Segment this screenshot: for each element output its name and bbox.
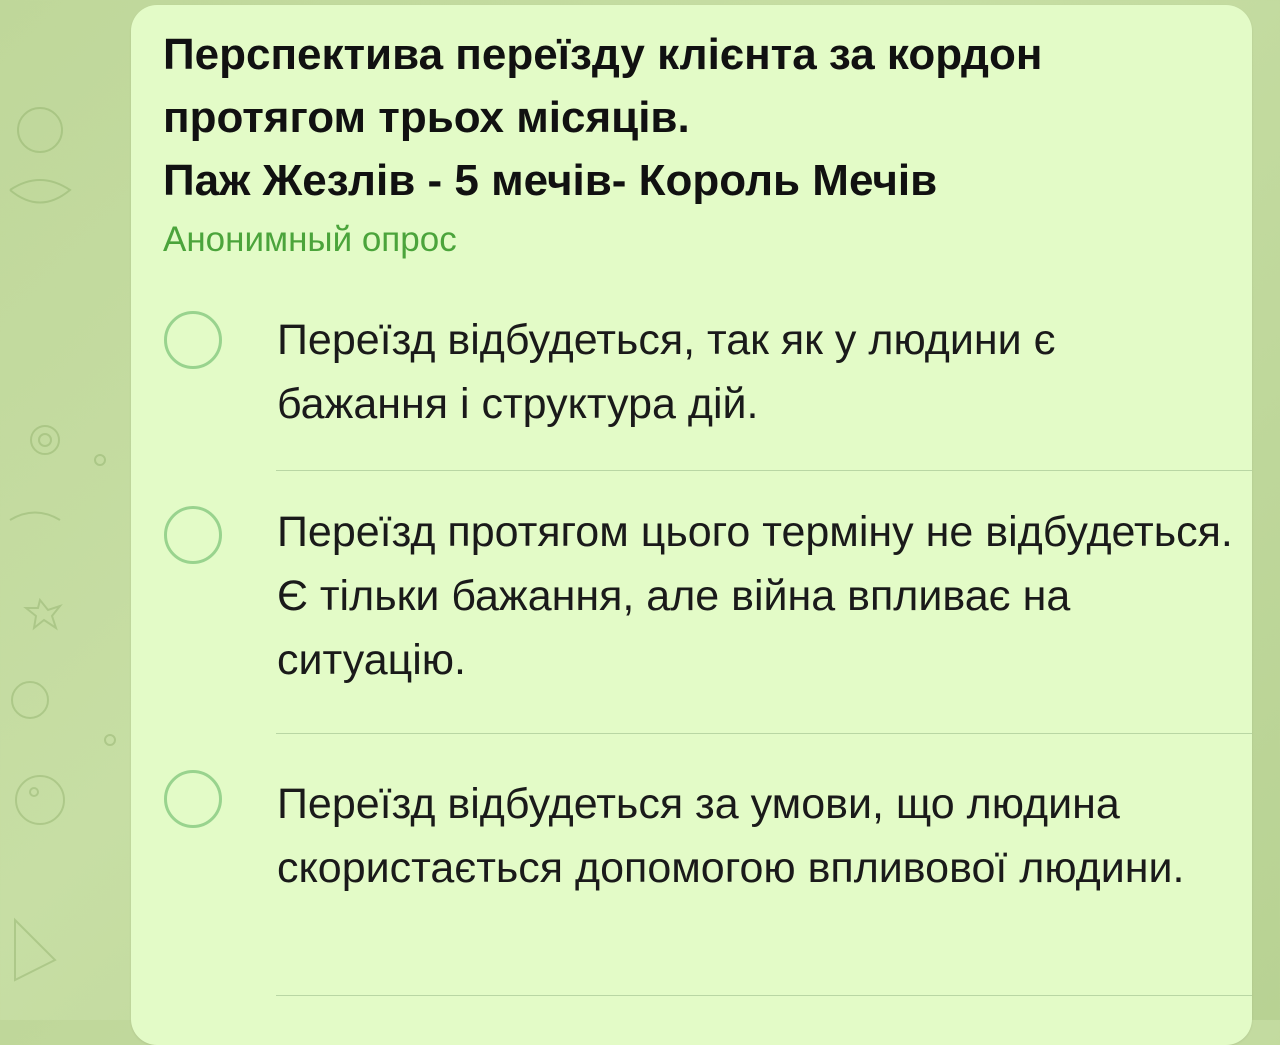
poll-option-3[interactable]: Переїзд відбудеться за умови, що людина … bbox=[160, 770, 1252, 990]
option-divider bbox=[276, 733, 1252, 734]
poll-option-2[interactable]: Переїзд протягом цього терміну не відбуд… bbox=[160, 500, 1252, 730]
poll-option-1[interactable]: Переїзд відбудеться, так як у людини є б… bbox=[160, 308, 1252, 468]
empty-radio-circle-icon[interactable] bbox=[164, 506, 222, 564]
option-divider bbox=[276, 470, 1252, 471]
poll-question-line: Перспектива переїзду клієнта за кордон bbox=[163, 30, 1043, 79]
poll-question: Перспектива переїзду клієнта за кордон п… bbox=[163, 23, 1223, 212]
poll-question-line: Паж Жезлів - 5 мечів- Король Мечів bbox=[163, 156, 938, 205]
poll-option-text: Переїзд відбудеться за умови, що людина … bbox=[277, 780, 1185, 892]
chat-wallpaper-doodles bbox=[9, 107, 116, 982]
option-divider bbox=[276, 995, 1252, 996]
poll-option-text: Переїзд протягом цього терміну не відбуд… bbox=[277, 508, 1233, 684]
poll-option-text: Переїзд відбудеться, так як у людини є б… bbox=[277, 316, 1056, 428]
poll-question-line: протягом трьох місяців. bbox=[163, 93, 690, 142]
empty-radio-circle-icon[interactable] bbox=[164, 311, 222, 369]
empty-radio-circle-icon[interactable] bbox=[164, 770, 222, 828]
poll-type-label: Анонимный опрос bbox=[163, 220, 457, 259]
